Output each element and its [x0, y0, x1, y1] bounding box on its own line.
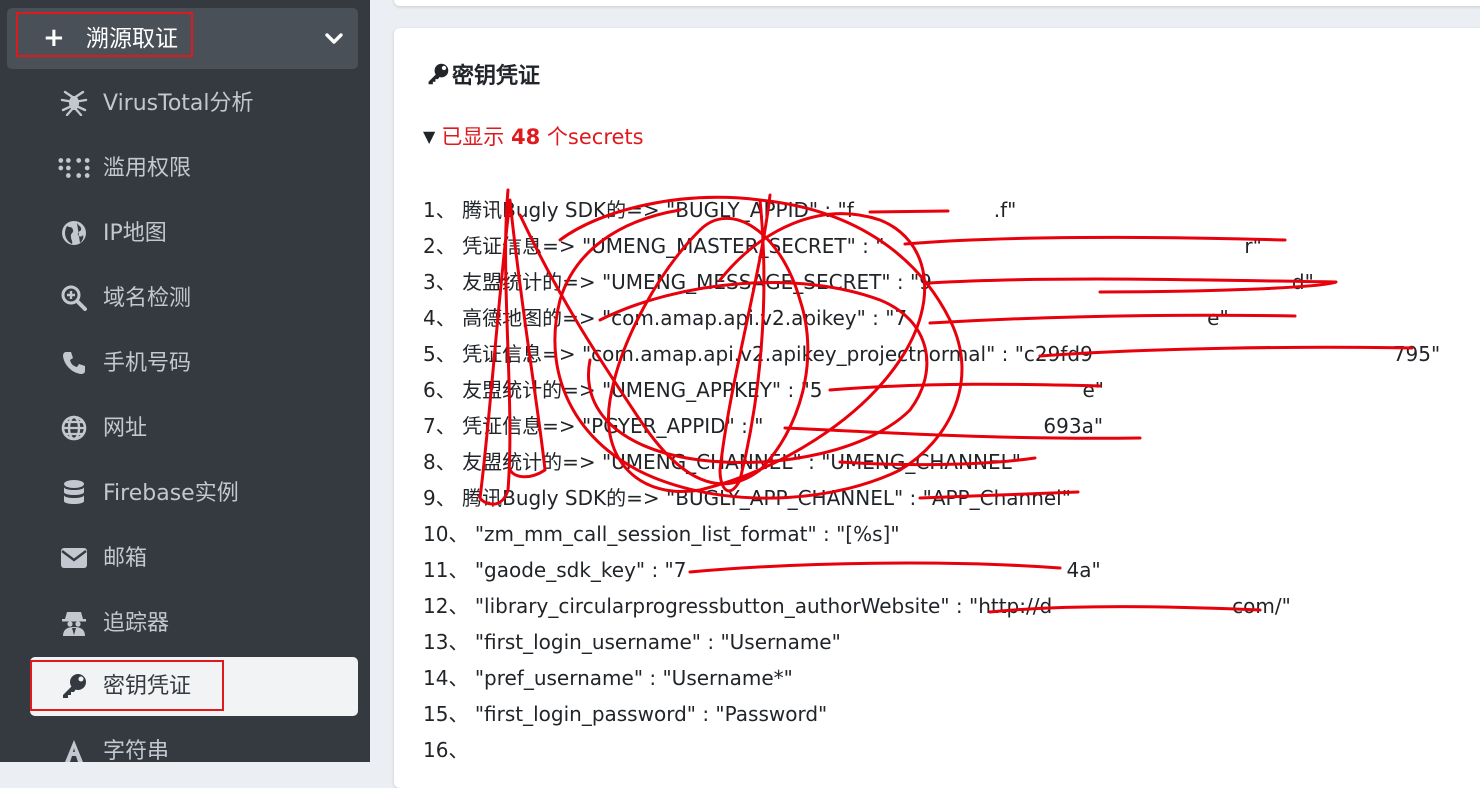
sidebar-item-label: 滥用权限: [103, 156, 192, 181]
item-number: 8、: [423, 450, 456, 474]
sidebar-item-urls[interactable]: 网址: [30, 399, 358, 458]
database-icon: [58, 478, 90, 508]
envelope-icon: [58, 543, 90, 573]
item-number: 15、: [423, 702, 469, 726]
item-number: 10、: [423, 522, 469, 546]
sidebar-item-strings[interactable]: 字符串: [30, 722, 358, 781]
item-number: 13、: [423, 630, 469, 654]
item-number: 11、: [423, 558, 469, 582]
item-text: 腾讯Bugly SDK的=> "BUGLY_APP_CHANNEL" : "AP…: [462, 486, 1071, 510]
spider-icon: [58, 88, 90, 118]
phone-icon: [58, 348, 90, 378]
previous-card: [394, 0, 1480, 6]
list-item: 1、 腾讯Bugly SDK的=> "BUGLY_APPID" : "f .f": [423, 192, 1440, 228]
item-text: 友盟统计的=> "UMENG_MESSAGE_SECRET" : "9 d": [462, 270, 1314, 294]
item-number: 7、: [423, 414, 456, 438]
list-item: 10、 "zm_mm_call_session_list_format" : "…: [423, 516, 1440, 552]
sidebar-item-email[interactable]: 邮箱: [30, 529, 358, 588]
key-icon: [428, 63, 449, 85]
list-item: 16、: [423, 732, 1440, 768]
list-item: 13、 "first_login_username" : "Username": [423, 624, 1440, 660]
sidebar-item-abused-permissions[interactable]: 滥用权限: [30, 139, 358, 198]
item-text: 高德地图的=> "com.amap.api.v2.apikey" : "7 e": [462, 306, 1229, 330]
sidebar-item-ip-map[interactable]: IP地图: [30, 204, 358, 263]
item-text: "library_circularprogressbutton_authorWe…: [474, 594, 1291, 618]
item-number: 2、: [423, 234, 456, 258]
summary-prefix: 已显示: [441, 125, 511, 149]
item-number: 16、: [423, 738, 469, 762]
braille-icon: [58, 153, 90, 183]
caret-down-icon: ▼: [423, 127, 436, 146]
list-item: 6、 友盟统计的=> "UMENG_APPKEY" : "5 e": [423, 372, 1440, 408]
list-item: 7、 凭证信息=> "PGYER_APPID" : " 693a": [423, 408, 1440, 444]
item-text: 友盟统计的=> "UMENG_APPKEY" : "5 e": [462, 378, 1105, 402]
item-number: 4、: [423, 306, 456, 330]
card-title-text: 密钥凭证: [452, 64, 541, 89]
item-text: 友盟统计的=> "UMENG_CHANNEL" : "UMENG_CHANNEL…: [462, 450, 1021, 474]
summary-count: 48: [511, 125, 541, 149]
list-item: 4、 高德地图的=> "com.amap.api.v2.apikey" : "7…: [423, 300, 1440, 336]
list-item: 5、 凭证信息=> "com.amap.api.v2.apikey_projec…: [423, 336, 1440, 372]
globe-icon: [58, 413, 90, 443]
item-text: 腾讯Bugly SDK的=> "BUGLY_APPID" : "f .f": [462, 198, 1017, 222]
user-secret-icon: [58, 608, 90, 638]
item-number: 6、: [423, 378, 456, 402]
item-text: 凭证信息=> "UMENG_MASTER_SECRET" : " r": [462, 234, 1262, 258]
item-number: 14、: [423, 666, 469, 690]
list-item: 15、 "first_login_password" : "Password": [423, 696, 1440, 732]
sidebar-item-virustotal[interactable]: VirusTotal分析: [30, 74, 358, 133]
list-item: 3、 友盟统计的=> "UMENG_MESSAGE_SECRET" : "9 d…: [423, 264, 1440, 300]
sidebar-item-label: 网址: [103, 416, 148, 441]
sidebar: + 溯源取证 VirusTotal分析 滥用权限 IP地图 域名检测 手机号码 …: [0, 0, 370, 764]
sidebar-item-label: 手机号码: [103, 351, 192, 376]
search-plus-icon: [58, 283, 90, 313]
chevron-down-icon: [325, 33, 343, 44]
globe-americas-icon: [58, 218, 90, 248]
list-item: 9、 腾讯Bugly SDK的=> "BUGLY_APP_CHANNEL" : …: [423, 480, 1440, 516]
sidebar-item-label: 域名检测: [103, 286, 192, 311]
sidebar-item-label: 邮箱: [103, 546, 148, 571]
annotation-box: [16, 12, 193, 57]
item-text: "first_login_username" : "Username": [474, 630, 841, 654]
item-number: 9、: [423, 486, 456, 510]
item-text: 凭证信息=> "com.amap.api.v2.apikey_projectno…: [462, 342, 1441, 366]
sidebar-item-firebase[interactable]: Firebase实例: [30, 464, 358, 523]
sidebar-item-label: 追踪器: [103, 611, 170, 636]
item-text: 凭证信息=> "PGYER_APPID" : " 693a": [462, 414, 1104, 438]
secrets-list: 1、 腾讯Bugly SDK的=> "BUGLY_APPID" : "f .f"…: [423, 192, 1440, 768]
item-number: 12、: [423, 594, 469, 618]
list-item: 8、 友盟统计的=> "UMENG_CHANNEL" : "UMENG_CHAN…: [423, 444, 1440, 480]
sidebar-item-label: VirusTotal分析: [103, 91, 254, 116]
list-item: 12、 "library_circularprogressbutton_auth…: [423, 588, 1440, 624]
list-item: 14、 "pref_username" : "Username*": [423, 660, 1440, 696]
item-text: "first_login_password" : "Password": [474, 702, 828, 726]
sidebar-item-label: IP地图: [103, 221, 167, 246]
list-item: 11、 "gaode_sdk_key" : "7 4a": [423, 552, 1440, 588]
sidebar-item-domain-check[interactable]: 域名检测: [30, 269, 358, 328]
item-number: 5、: [423, 342, 456, 366]
annotation-box: [30, 660, 224, 711]
item-number: 1、: [423, 198, 456, 222]
item-text: "zm_mm_call_session_list_format" : "[%s]…: [474, 522, 900, 546]
card-title: 密钥凭证: [426, 62, 540, 92]
list-item: 2、 凭证信息=> "UMENG_MASTER_SECRET" : " r": [423, 228, 1440, 264]
sidebar-item-phone[interactable]: 手机号码: [30, 334, 358, 393]
summary-suffix: 个secrets: [540, 125, 644, 149]
item-number: 3、: [423, 270, 456, 294]
item-text: "pref_username" : "Username*": [474, 666, 793, 690]
sidebar-item-label: Firebase实例: [103, 481, 239, 506]
item-text: "gaode_sdk_key" : "7 4a": [474, 558, 1101, 582]
sidebar-item-trackers[interactable]: 追踪器: [30, 594, 358, 653]
secrets-summary-toggle[interactable]: ▼ 已显示 48 个secrets: [423, 123, 644, 151]
